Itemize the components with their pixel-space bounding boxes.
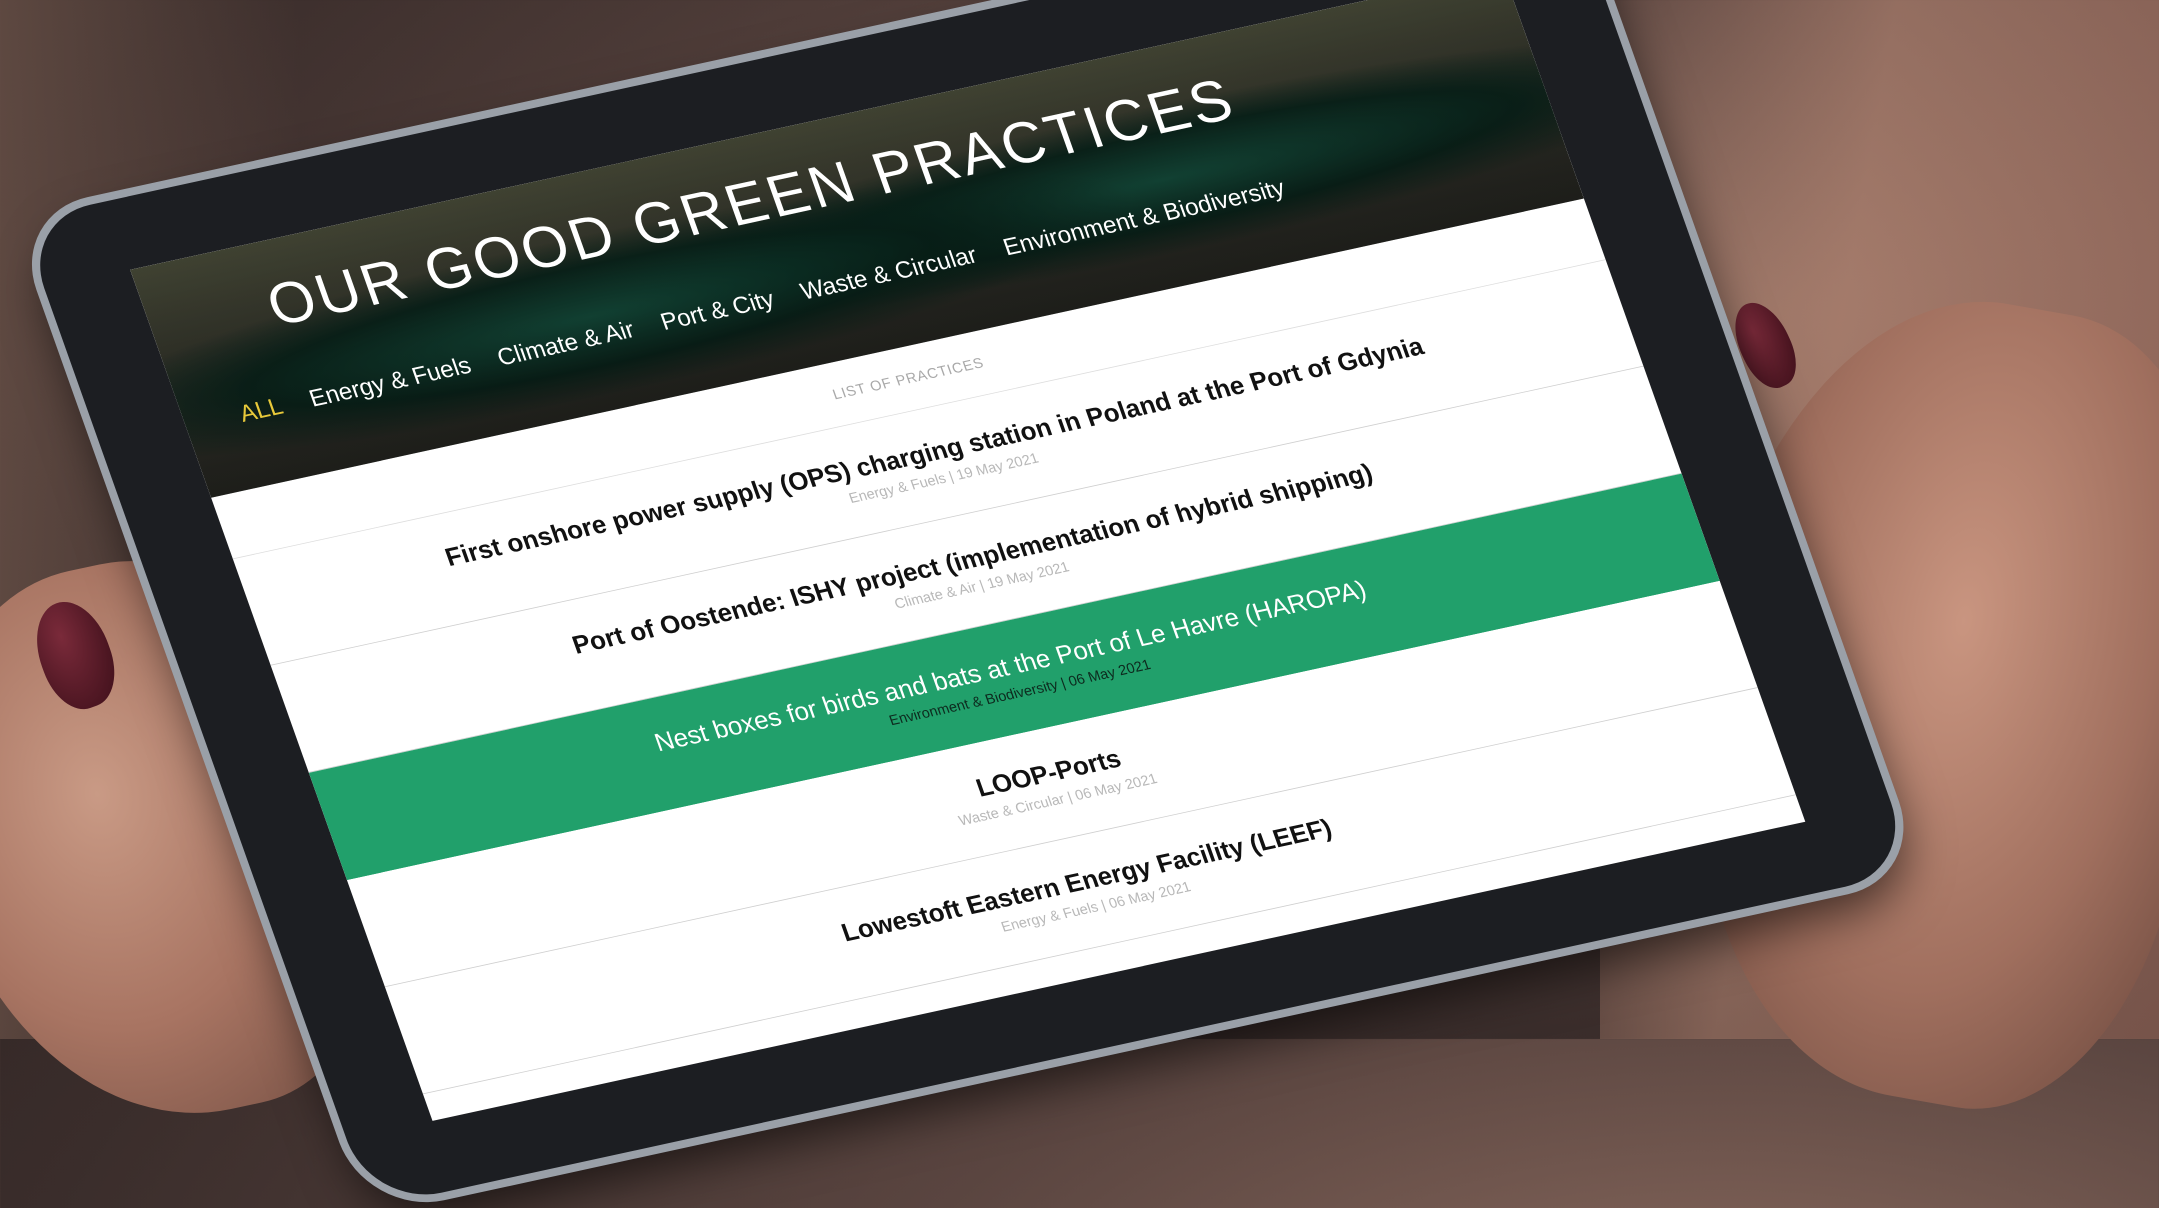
tablet-screen: OUR GOOD GREEN PRACTICES ALL Energy & Fu…	[130, 0, 1806, 1121]
